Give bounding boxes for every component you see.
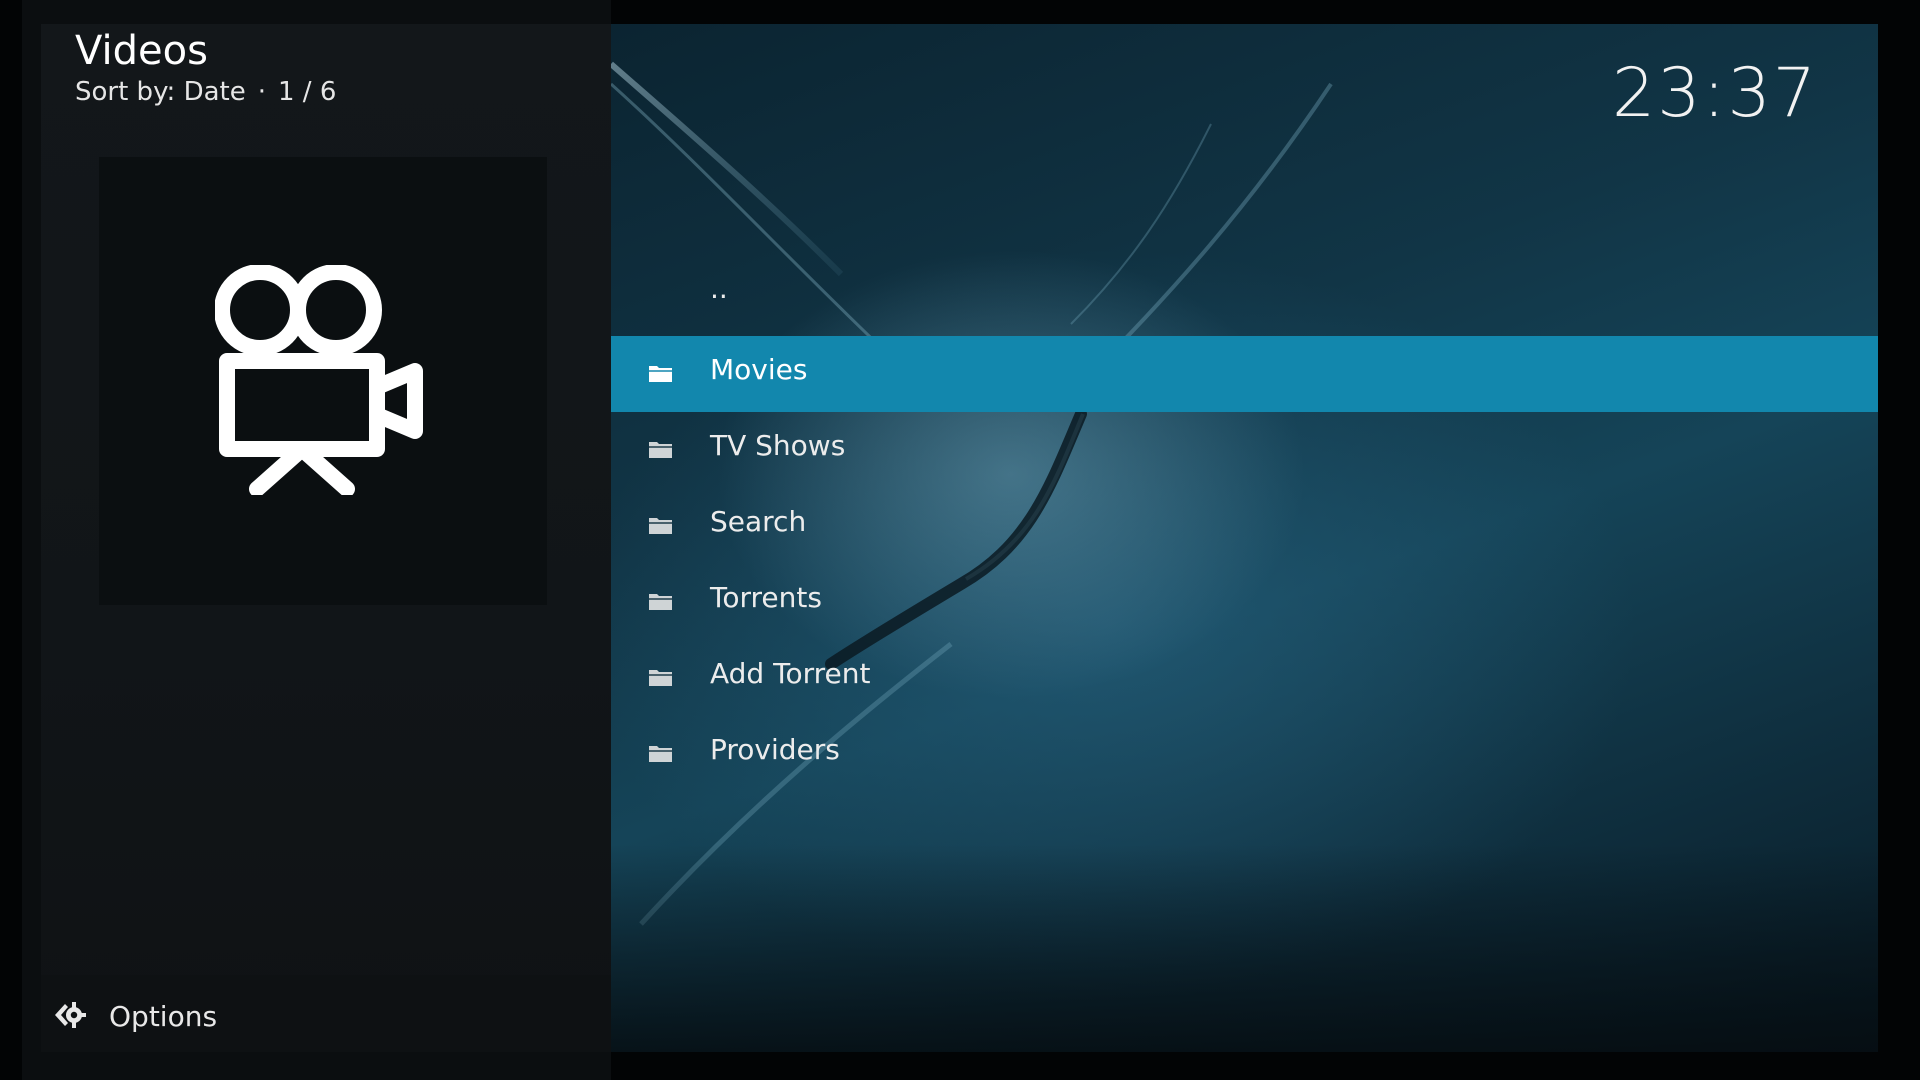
folder-icon — [649, 518, 672, 534]
position-counter: 1 / 6 — [278, 77, 337, 107]
menu-list: .. Movies TV Shows Search Torrents Add T… — [611, 260, 1878, 792]
menu-item-torrents[interactable]: Torrents — [611, 564, 1878, 640]
folder-icon — [649, 670, 672, 686]
options-label[interactable]: Options — [109, 1000, 217, 1033]
movie-camera-icon — [215, 265, 423, 495]
page-subtitle: Sort by: Date · 1 / 6 — [75, 77, 336, 107]
kodi-screen: 23:37 Videos Sort by: Date · 1 / 6 .. Movi… — [0, 0, 1920, 1080]
menu-item-parent[interactable]: .. — [611, 260, 1878, 336]
menu-item-tv-shows[interactable]: TV Shows — [611, 412, 1878, 488]
menu-item-label: .. — [710, 272, 728, 305]
menu-item-search[interactable]: Search — [611, 488, 1878, 564]
art-bottom-shade — [611, 844, 1878, 1052]
folder-icon — [649, 746, 672, 762]
clock: 23:37 — [1612, 54, 1818, 133]
folder-icon — [649, 594, 672, 610]
menu-item-label: Providers — [710, 733, 840, 766]
menu-item-movies[interactable]: Movies — [611, 336, 1878, 412]
menu-item-label: Movies — [710, 353, 808, 386]
options-icon[interactable] — [52, 998, 86, 1032]
folder-icon — [649, 366, 672, 382]
menu-item-label: Torrents — [710, 581, 822, 614]
page-title: Videos — [75, 28, 208, 74]
folder-icon — [649, 442, 672, 458]
menu-item-label: TV Shows — [710, 429, 846, 462]
sort-label[interactable]: Sort by: Date — [75, 77, 246, 107]
menu-item-providers[interactable]: Providers — [611, 716, 1878, 792]
menu-item-label: Search — [710, 505, 807, 538]
menu-item-label: Add Torrent — [710, 657, 871, 690]
separator: · — [257, 77, 266, 107]
menu-item-add-torrent[interactable]: Add Torrent — [611, 640, 1878, 716]
